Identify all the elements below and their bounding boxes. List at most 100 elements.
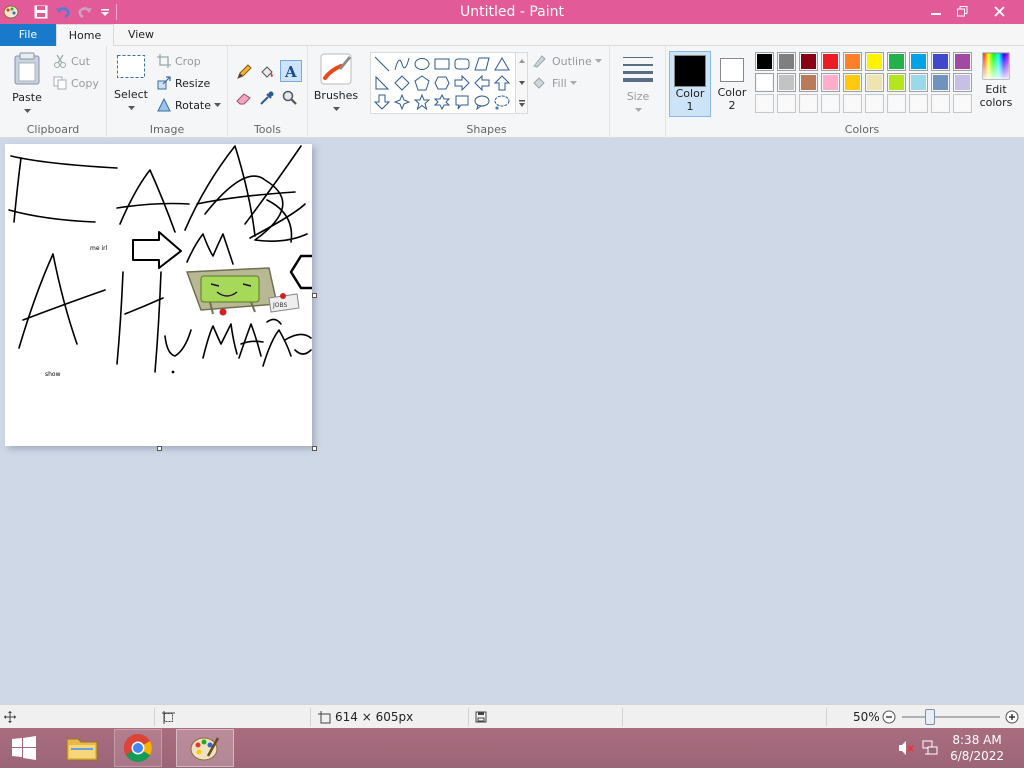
color-swatch[interactable] (887, 73, 906, 92)
zoom-slider[interactable] (902, 705, 1000, 729)
hexagon-shape-icon[interactable] (433, 74, 451, 92)
resize-handle-bottom[interactable] (157, 446, 162, 451)
resize-handle-corner[interactable] (312, 446, 317, 451)
color-swatch[interactable] (843, 73, 862, 92)
system-clock[interactable]: 8:38 AM 6/8/2022 (950, 732, 1004, 764)
color-swatch-fill (801, 96, 816, 111)
color-swatch[interactable] (865, 52, 884, 71)
close-button[interactable] (982, 0, 1016, 22)
color-swatch[interactable] (931, 52, 950, 71)
tab-file[interactable]: File (0, 24, 56, 46)
color-swatch[interactable] (953, 73, 972, 92)
color-picker-tool[interactable] (257, 88, 277, 108)
color-swatch[interactable] (843, 52, 862, 71)
pencil-tool[interactable] (234, 62, 254, 82)
chevron-down-icon (519, 81, 525, 85)
line-width-icon (623, 57, 653, 82)
color-swatch[interactable] (931, 73, 950, 92)
right-arrow-shape-icon[interactable] (453, 74, 471, 92)
curve-shape-icon[interactable] (393, 55, 411, 73)
color-swatch[interactable] (821, 73, 840, 92)
fill-button[interactable]: Fill (532, 76, 577, 90)
color-swatch[interactable] (755, 52, 774, 71)
color-swatch[interactable] (865, 94, 884, 113)
rounded-callout-shape-icon[interactable] (453, 93, 471, 111)
color-swatch[interactable] (909, 94, 928, 113)
color-swatch[interactable] (843, 94, 862, 113)
windows-taskbar: 8:38 AM 6/8/2022 (0, 728, 1024, 768)
color-swatch[interactable] (865, 73, 884, 92)
pentagon-shape-icon[interactable] (413, 74, 431, 92)
triangle-shape-icon[interactable] (493, 55, 511, 73)
network-icon[interactable] (922, 740, 938, 759)
left-arrow-shape-icon[interactable] (473, 74, 491, 92)
cloud-callout-shape-icon[interactable] (493, 93, 511, 111)
drawing-canvas[interactable]: JOBS me irl show (5, 144, 317, 451)
taskbar-paint[interactable] (176, 729, 234, 767)
color-swatch[interactable] (909, 73, 928, 92)
color-swatch[interactable] (777, 94, 796, 113)
oval-shape-icon[interactable] (413, 55, 431, 73)
color-swatch[interactable] (821, 94, 840, 113)
color-swatch[interactable] (953, 94, 972, 113)
line-shape-icon[interactable] (373, 55, 391, 73)
oval-callout-shape-icon[interactable] (473, 93, 491, 111)
shapes-scrollbar[interactable] (515, 53, 527, 113)
up-arrow-shape-icon[interactable] (493, 74, 511, 92)
rounded-rectangle-shape-icon[interactable] (453, 55, 471, 73)
rotate-button[interactable]: Rotate (157, 98, 222, 112)
outline-button[interactable]: Outline (532, 54, 602, 68)
paste-button[interactable]: Paste (6, 52, 48, 120)
resize-handle-right[interactable] (312, 293, 317, 298)
six-point-star-shape-icon[interactable] (433, 93, 451, 111)
color-swatch[interactable] (755, 73, 774, 92)
copy-button[interactable]: Copy (53, 76, 99, 90)
color-swatch[interactable] (821, 52, 840, 71)
color-swatch[interactable] (953, 52, 972, 71)
volume-muted-icon[interactable] (898, 740, 914, 759)
restore-button[interactable] (946, 0, 978, 22)
color-swatch[interactable] (909, 52, 928, 71)
down-arrow-shape-icon[interactable] (373, 93, 391, 111)
taskbar-file-explorer[interactable] (58, 729, 106, 767)
color1-button[interactable]: Color 1 (669, 51, 711, 117)
magnifier-tool[interactable] (280, 88, 300, 108)
color-swatch[interactable] (799, 94, 818, 113)
color-swatch[interactable] (887, 94, 906, 113)
zoom-out-button[interactable] (882, 705, 896, 729)
zoom-slider-thumb[interactable] (925, 709, 935, 725)
sticker-text: JOBS (272, 302, 288, 309)
canvas-workspace[interactable]: JOBS me irl show (0, 138, 1024, 704)
tab-home[interactable]: Home (56, 24, 114, 47)
rectangle-shape-icon[interactable] (433, 55, 451, 73)
polygon-shape-icon[interactable] (473, 55, 491, 73)
color-swatch[interactable] (799, 73, 818, 92)
color-swatch[interactable] (931, 94, 950, 113)
color2-button[interactable]: Color 2 (712, 51, 752, 117)
taskbar-chrome[interactable] (114, 729, 162, 767)
color-swatch[interactable] (887, 52, 906, 71)
zoom-in-button[interactable] (1005, 705, 1019, 729)
tab-view[interactable]: View (118, 24, 164, 46)
color-swatch-fill (911, 75, 926, 90)
diamond-shape-icon[interactable] (393, 74, 411, 92)
eraser-icon (236, 93, 251, 105)
select-button[interactable]: Select (113, 54, 149, 120)
eraser-tool[interactable] (234, 88, 254, 108)
color-swatch[interactable] (799, 52, 818, 71)
right-triangle-shape-icon[interactable] (373, 74, 391, 92)
start-button[interactable] (0, 729, 48, 767)
crop-button[interactable]: Crop (157, 54, 201, 68)
brushes-button[interactable]: Brushes (312, 52, 360, 122)
color-swatch[interactable] (755, 94, 774, 113)
fill-tool[interactable] (257, 62, 277, 82)
text-tool[interactable]: A (280, 60, 302, 82)
size-button[interactable]: Size (616, 54, 660, 120)
cut-button[interactable]: Cut (53, 54, 90, 68)
edit-colors-button[interactable]: Edit colors (974, 52, 1018, 118)
color-swatch[interactable] (777, 52, 796, 71)
four-point-star-shape-icon[interactable] (393, 93, 411, 111)
resize-button[interactable]: Resize (157, 76, 210, 90)
five-point-star-shape-icon[interactable] (413, 93, 431, 111)
color-swatch[interactable] (777, 73, 796, 92)
